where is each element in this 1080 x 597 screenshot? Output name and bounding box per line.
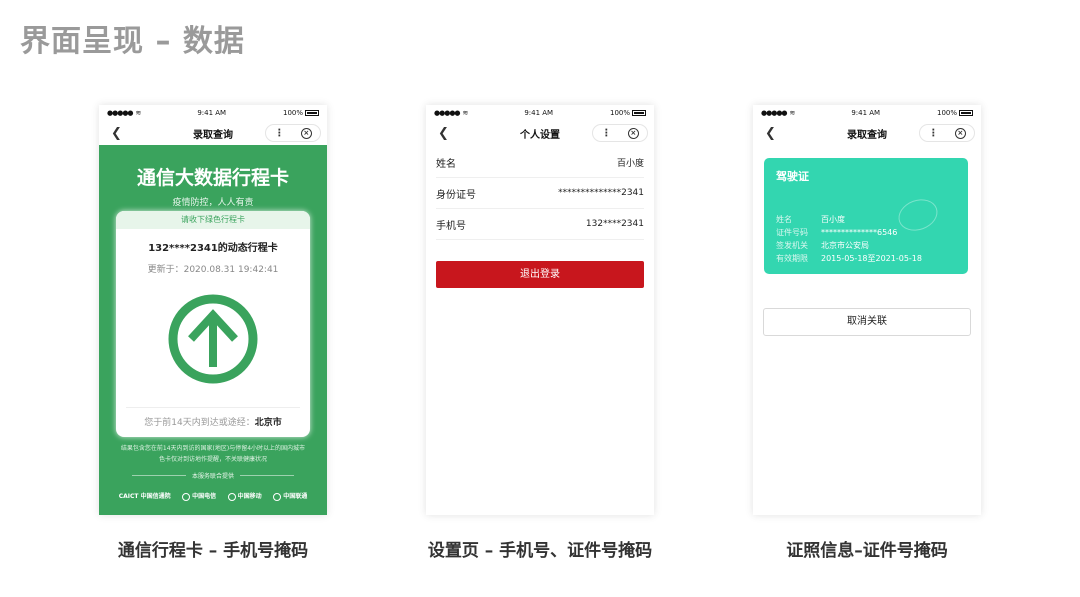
settings-row-phone[interactable]: 手机号 132****2341: [436, 209, 644, 240]
battery-icon: [632, 110, 646, 116]
logo-unicom: 中国联通: [273, 491, 307, 501]
wifi-icon: ≋: [462, 109, 469, 117]
license-value: **************6546: [821, 228, 898, 237]
caption-trip-card: 通信行程卡 – 手机号掩码: [117, 541, 309, 561]
trip-card-body: 通信大数据行程卡 疫情防控，人人有责 请收下绿色行程卡 132****2341的…: [99, 145, 327, 515]
logo-mobile: 中国移动: [227, 491, 262, 501]
phone-trip-card: ●●●●● ≋ 9:41 AM 100% ❮ 录取查询 ⋮ × 通信大数据行程卡 …: [99, 105, 327, 515]
nav-bar: ❮ 录取查询 ⋮ ×: [753, 121, 981, 145]
status-bar: ●●●●● ≋ 9:41 AM 100%: [426, 105, 654, 121]
phone-settings: ●●●●● ≋ 9:41 AM 100% ❮ 个人设置 ⋮ × 姓名 百小度 身份…: [426, 105, 654, 515]
license-value: 百小度: [821, 215, 845, 224]
status-bar: ●●●●● ≋ 9:41 AM 100%: [99, 105, 327, 121]
more-icon[interactable]: ⋮: [274, 128, 284, 139]
settings-list: 姓名 百小度 身份证号 **************2341 手机号 132**…: [426, 147, 654, 240]
logo-telecom: 中国电信: [182, 491, 216, 501]
close-icon[interactable]: ×: [954, 127, 966, 139]
license-title: 驾驶证: [776, 170, 809, 183]
settings-value: **************2341: [558, 188, 644, 198]
masked-phone-number: 132****2341的动态行程卡: [148, 243, 278, 254]
license-value: 2015-05-18至2021-05-18: [821, 254, 922, 263]
page-title: 界面呈现 – 数据: [20, 24, 245, 59]
trip-disclaimer: 结果包含您在前14天内到访的国家(地区)与停留4小时以上的国内城市 色卡仅对到访…: [120, 445, 306, 463]
license-key: 姓名: [776, 215, 792, 224]
mini-program-capsule: ⋮ ×: [592, 124, 648, 142]
license-key: 证件号码: [776, 228, 808, 237]
mini-program-capsule: ⋮ ×: [919, 124, 975, 142]
nav-title: 录取查询: [193, 129, 233, 141]
more-icon[interactable]: ⋮: [601, 128, 611, 139]
battery-icon: [959, 110, 973, 116]
logout-button[interactable]: 退出登录: [436, 261, 644, 288]
battery-level: 100%: [609, 109, 630, 117]
divider: [126, 407, 300, 408]
unlink-button[interactable]: 取消关联: [763, 308, 971, 336]
settings-label: 身份证号: [436, 189, 476, 201]
license-key: 有效期限: [776, 254, 808, 263]
wifi-icon: ≋: [789, 109, 796, 117]
license-info: 姓名 百小度 证件号码 **************6546 签发机关 北京市公安局 …: [776, 213, 922, 265]
provider-label: 本服务联合提供: [191, 473, 234, 480]
trip-card-heading: 通信大数据行程卡: [136, 167, 289, 189]
phone-license: ●●●●● ≋ 9:41 AM 100% ❮ 录取查询 ⋮ × 驾驶证 姓名 百小度…: [753, 105, 981, 515]
trip-card-slogan: 疫情防控，人人有责: [172, 198, 254, 208]
green-card-banner: 请收下绿色行程卡: [116, 211, 310, 229]
back-icon[interactable]: ❮: [765, 126, 776, 141]
status-time: 9:41 AM: [197, 109, 227, 117]
caption-settings: 设置页 – 手机号、证件号掩码: [427, 541, 653, 561]
driver-license-card[interactable]: 驾驶证 姓名 百小度 证件号码 **************6546 签发机关 北京市…: [764, 158, 968, 274]
wifi-icon: ≋: [135, 109, 142, 117]
battery-level: 100%: [936, 109, 957, 117]
caption-license: 证照信息–证件号掩码: [786, 541, 948, 561]
provider-row: 本服务联合提供: [99, 471, 327, 480]
close-icon[interactable]: ×: [627, 127, 639, 139]
operator-logos: CAICT 中国信通院 中国电信 中国移动 中国联通: [99, 491, 327, 501]
battery-icon: [305, 110, 319, 116]
status-time: 9:41 AM: [851, 109, 881, 117]
more-icon[interactable]: ⋮: [928, 128, 938, 139]
signal-icon: ●●●●●: [107, 109, 134, 117]
green-trip-card: 请收下绿色行程卡 132****2341的动态行程卡 更新于：2020.08.3…: [116, 211, 310, 437]
settings-label: 手机号: [436, 220, 466, 232]
update-time: 更新于：2020.08.31 19:42:41: [147, 265, 279, 275]
battery-level: 100%: [282, 109, 303, 117]
status-time: 9:41 AM: [524, 109, 554, 117]
back-icon[interactable]: ❮: [438, 126, 449, 141]
nav-title: 个人设置: [520, 129, 560, 141]
status-bar: ●●●●● ≋ 9:41 AM 100%: [753, 105, 981, 121]
back-icon[interactable]: ❮: [111, 126, 122, 141]
license-key: 签发机关: [776, 241, 808, 250]
nav-title: 录取查询: [847, 129, 887, 141]
signal-icon: ●●●●●: [761, 109, 788, 117]
settings-row-id[interactable]: 身份证号 **************2341: [436, 178, 644, 209]
nav-bar: ❮ 录取查询 ⋮ ×: [99, 121, 327, 145]
logo-caict: CAICT 中国信通院: [118, 493, 171, 501]
settings-value: 132****2341: [585, 219, 644, 229]
license-value: 北京市公安局: [821, 241, 869, 250]
green-arrow-icon: [167, 293, 259, 385]
nav-bar: ❮ 个人设置 ⋮ ×: [426, 121, 654, 145]
mini-program-capsule: ⋮ ×: [265, 124, 321, 142]
close-icon[interactable]: ×: [300, 127, 312, 139]
visited-location: 您于前14天内到达或途经：北京市: [144, 418, 282, 428]
signal-icon: ●●●●●: [434, 109, 461, 117]
settings-row-name[interactable]: 姓名 百小度: [436, 147, 644, 178]
settings-label: 姓名: [436, 158, 456, 170]
settings-value: 百小度: [616, 158, 644, 169]
